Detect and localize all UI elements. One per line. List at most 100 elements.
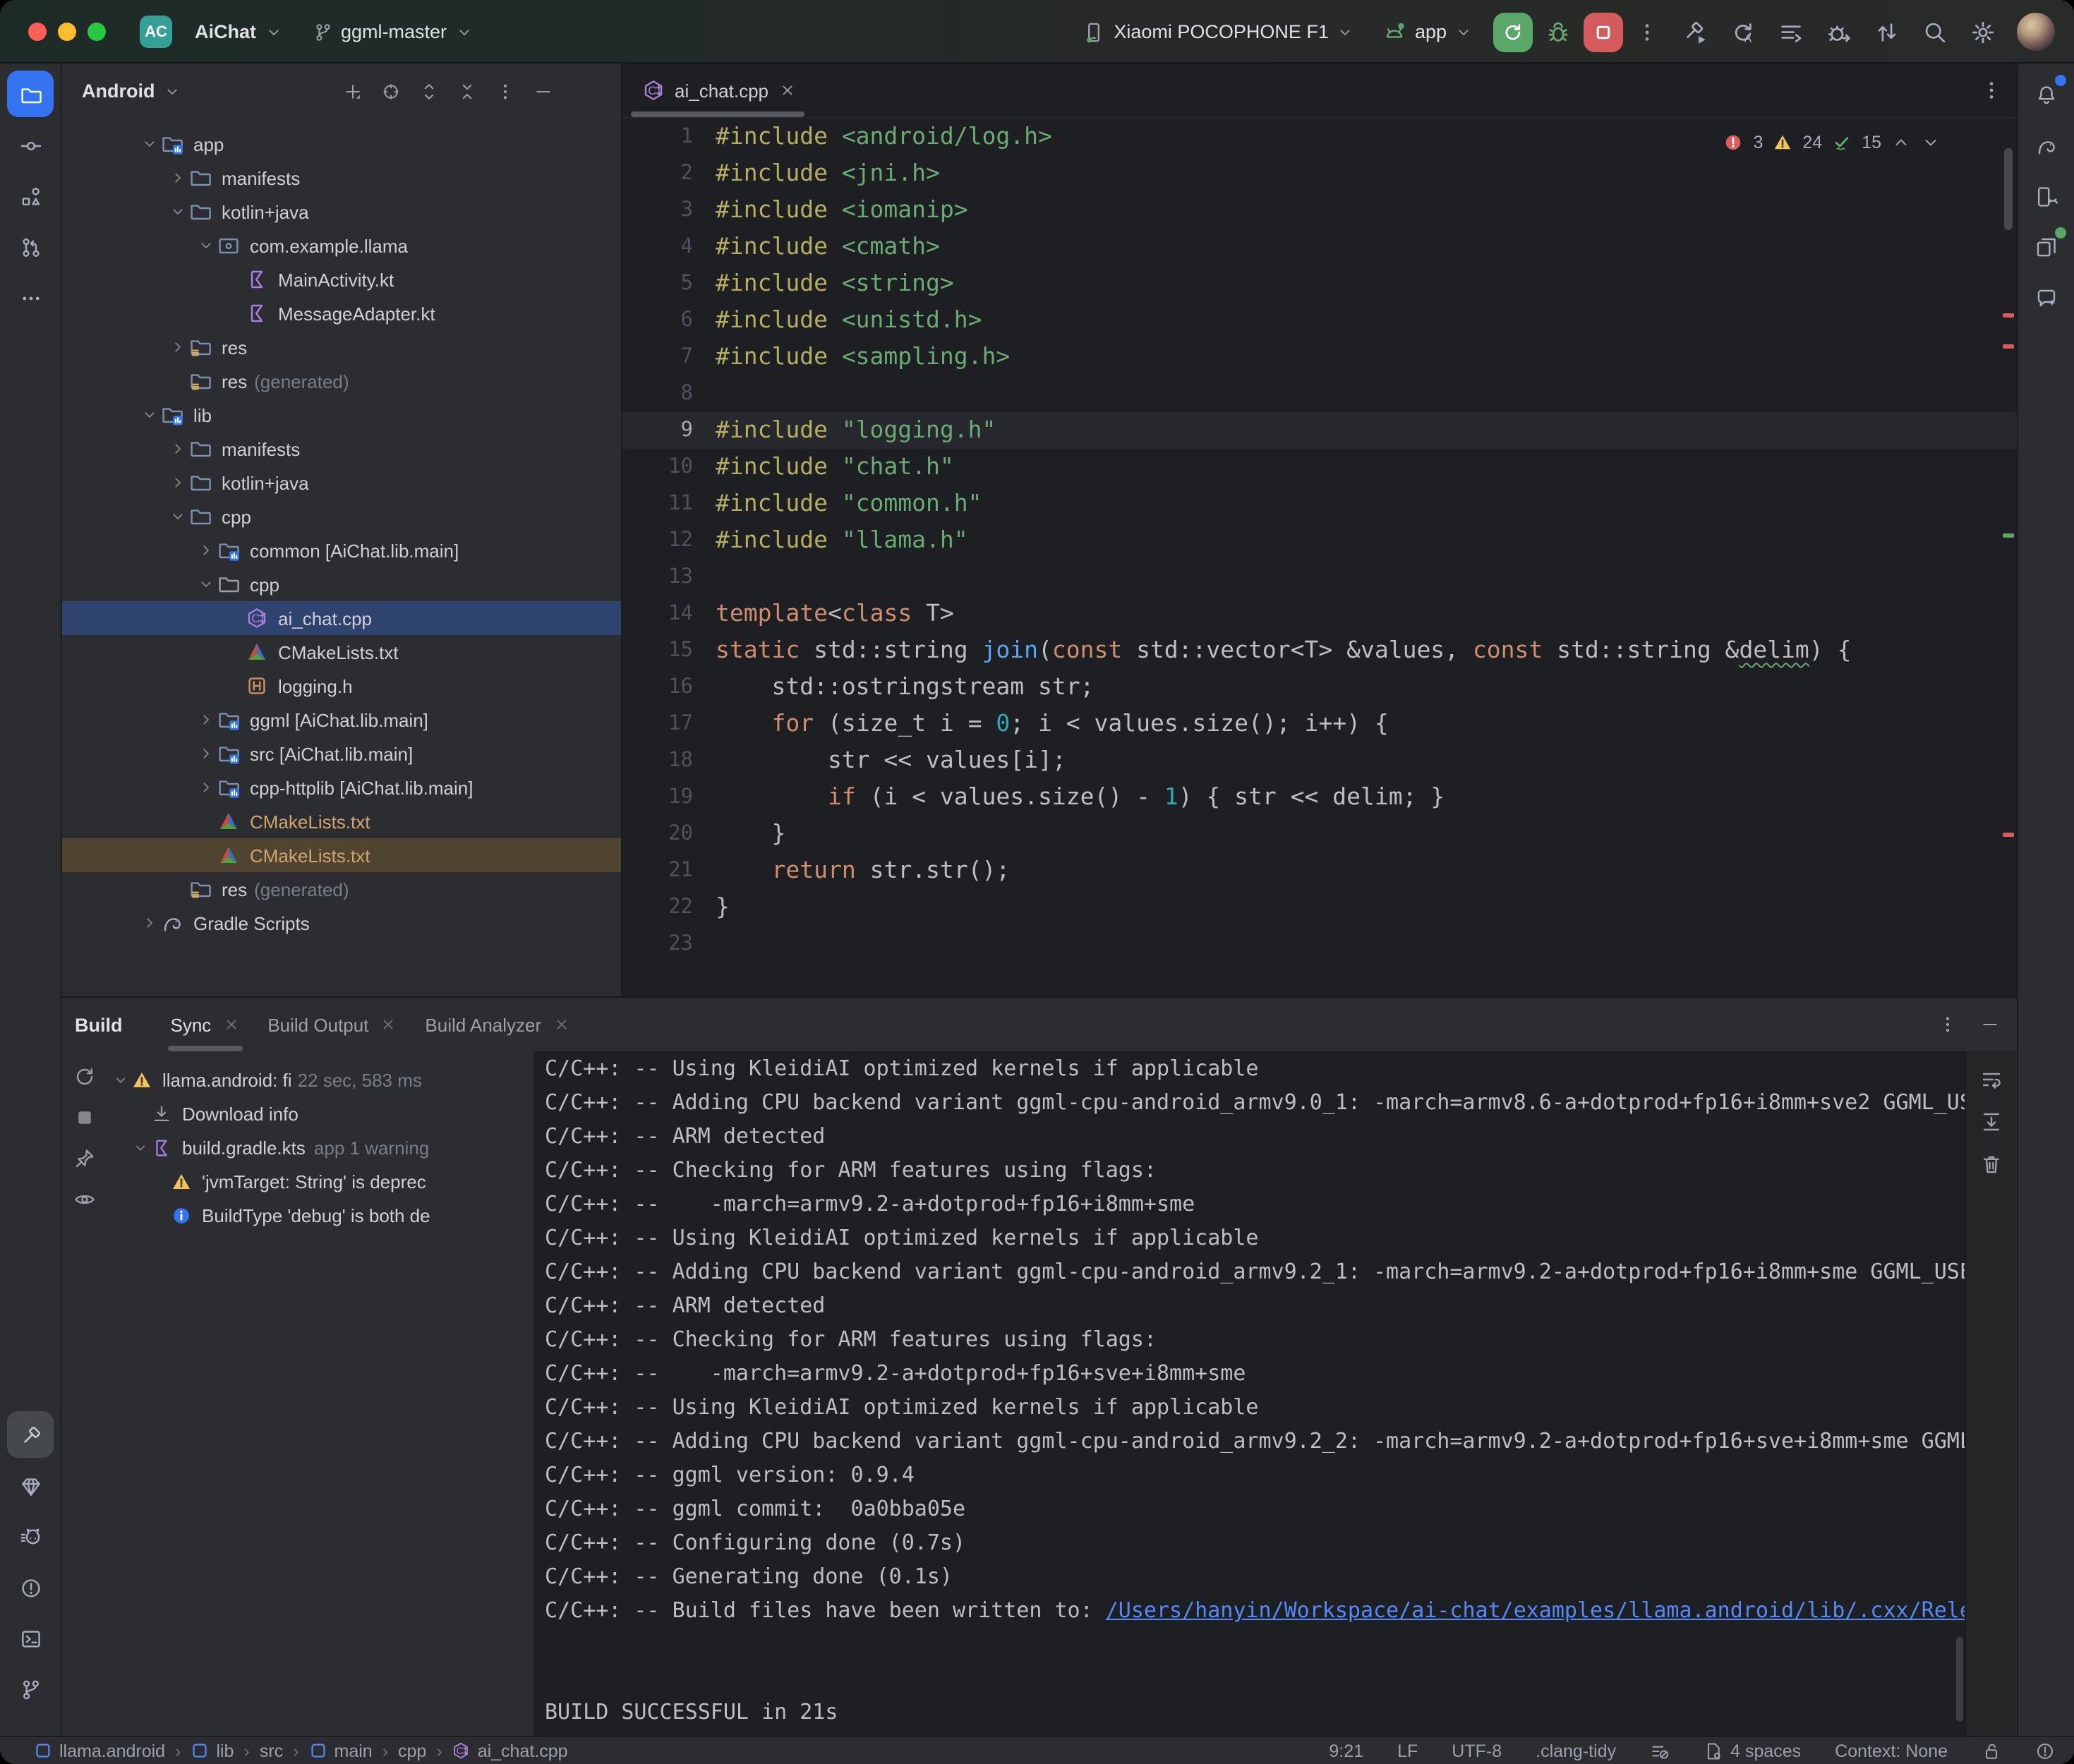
tree-item-manifests[interactable]: manifests — [62, 161, 621, 195]
zoom-window-button[interactable] — [88, 23, 106, 41]
code-line-10[interactable]: 10#include "chat.h" — [622, 449, 2017, 485]
structure-tool-button[interactable] — [7, 172, 54, 219]
device-selector[interactable]: Xiaomi POCOPHONE F1 — [1074, 15, 1363, 49]
close-tab-icon[interactable] — [778, 82, 795, 99]
debug-button[interactable] — [1545, 19, 1571, 44]
formatter-indicator[interactable] — [1650, 1741, 1670, 1760]
more-run-actions-button[interactable] — [1636, 20, 1658, 43]
readonly-toggle[interactable] — [1982, 1741, 2001, 1760]
code-line-8[interactable]: 8 — [622, 375, 2017, 412]
build-tool-button[interactable] — [7, 1411, 54, 1458]
run-config-selector[interactable]: app — [1375, 15, 1481, 49]
code-line-19[interactable]: 19 if (i < values.size() - 1) { str << d… — [622, 779, 2017, 816]
code-line-4[interactable]: 4#include <cmath> — [622, 229, 2017, 265]
close-tab-icon[interactable] — [222, 1016, 239, 1033]
view-options-button[interactable] — [73, 1188, 96, 1211]
user-avatar[interactable] — [2017, 13, 2055, 51]
tree-item-app[interactable]: app — [62, 127, 621, 161]
gradle-tool-button[interactable] — [2023, 121, 2070, 168]
chevron-right-icon[interactable] — [195, 711, 217, 728]
commit-tool-button[interactable] — [7, 121, 54, 168]
code-line-9[interactable]: 9#include "logging.h" — [622, 412, 2017, 449]
stop-button[interactable] — [1584, 12, 1623, 52]
tree-item-ggml-aichat-lib-main-[interactable]: ggml [AiChat.lib.main] — [62, 703, 621, 737]
code-line-13[interactable]: 13 — [622, 559, 2017, 596]
console-scrollbar-thumb[interactable] — [1956, 1637, 1963, 1722]
file-encoding[interactable]: UTF-8 — [1452, 1741, 1502, 1760]
inspections-widget[interactable]: 3 24 15 — [1723, 133, 1941, 152]
code-line-6[interactable]: 6#include <unistd.h> — [622, 302, 2017, 339]
tree-item-cpp[interactable]: cpp — [62, 567, 621, 601]
app-insights-tool-button[interactable] — [7, 1462, 54, 1509]
collapse-all-button[interactable] — [457, 81, 477, 101]
breadcrumb-src[interactable]: src — [260, 1741, 283, 1760]
editor-scrollbar-thumb[interactable] — [2004, 148, 2013, 230]
chevron-right-icon[interactable] — [167, 169, 189, 186]
version-control-tool-button[interactable] — [7, 1665, 54, 1712]
tree-item-ai-chat-cpp[interactable]: Cai_chat.cpp — [62, 601, 621, 635]
tree-item-cmakelists-txt[interactable]: CMakeLists.txt — [62, 804, 621, 838]
code-line-11[interactable]: 11#include "common.h" — [622, 485, 2017, 522]
expand-all-button[interactable] — [419, 81, 439, 101]
code-line-22[interactable]: 22} — [622, 889, 2017, 926]
build-tab-build-output[interactable]: Build Output — [253, 998, 411, 1051]
tree-item-src-aichat-lib-main-[interactable]: src [AiChat.lib.main] — [62, 737, 621, 771]
chevron-down-icon[interactable] — [130, 1140, 151, 1155]
gemini-chat-button[interactable] — [2023, 274, 2070, 320]
tree-item-lib[interactable]: lib — [62, 398, 621, 432]
chevron-down-icon[interactable] — [167, 508, 189, 525]
tree-item-kotlin-java[interactable]: kotlin+java — [62, 195, 621, 229]
code-line-14[interactable]: 14template<class T> — [622, 596, 2017, 632]
sync-project-icon[interactable]: A — [1730, 19, 1756, 44]
chevron-right-icon[interactable] — [195, 745, 217, 762]
tree-item-res[interactable]: res — [62, 330, 621, 364]
project-tool-button[interactable] — [7, 71, 54, 117]
resolve-context[interactable]: Context: None — [1835, 1741, 1948, 1760]
settings-icon[interactable] — [1970, 19, 1996, 44]
tree-item-gradle-scripts[interactable]: Gradle Scripts — [62, 906, 621, 940]
project-view-selector[interactable]: Android — [82, 80, 155, 102]
code-line-23[interactable]: 23 — [622, 926, 2017, 962]
next-problem-button[interactable] — [1921, 133, 1941, 152]
build-tree-item[interactable]: llama.android: fi22 sec, 583 ms — [107, 1063, 533, 1097]
chevron-down-icon[interactable] — [138, 135, 161, 152]
rerun-sync-button[interactable] — [73, 1065, 96, 1088]
soft-wrap-button[interactable] — [1980, 1068, 2003, 1091]
line-separator[interactable]: LF — [1397, 1741, 1418, 1760]
terminal-tool-button[interactable] — [7, 1614, 54, 1661]
build-tab-build-analyzer[interactable]: Build Analyzer — [411, 998, 584, 1051]
chevron-down-icon[interactable] — [195, 576, 217, 593]
tab-ai-chat-cpp[interactable]: C ai_chat.cpp — [622, 64, 812, 117]
scroll-to-end-button[interactable] — [1980, 1111, 2003, 1133]
rerun-button[interactable] — [1493, 12, 1533, 52]
build-tree-item[interactable]: BuildType 'debug' is both de — [107, 1198, 533, 1232]
chevron-right-icon[interactable] — [195, 542, 217, 559]
chevron-right-icon[interactable] — [167, 440, 189, 457]
clang-tidy-indicator[interactable]: .clang-tidy — [1536, 1741, 1616, 1760]
tree-item-kotlin-java[interactable]: kotlin+java — [62, 466, 621, 500]
error-stripe[interactable] — [2000, 64, 2017, 996]
search-everywhere-icon[interactable] — [1922, 19, 1948, 44]
indent-indicator[interactable]: 4 spaces — [1704, 1741, 1801, 1760]
caret-position[interactable]: 9:21 — [1329, 1741, 1363, 1760]
breadcrumb-llama-android[interactable]: llama.android — [34, 1741, 165, 1760]
code-line-16[interactable]: 16 std::ostringstream str; — [622, 669, 2017, 706]
chevron-down-icon[interactable] — [167, 203, 189, 220]
more-tool-windows-button[interactable] — [7, 274, 54, 320]
breadcrumb-main[interactable]: main — [309, 1741, 373, 1760]
close-tab-icon[interactable] — [380, 1016, 397, 1033]
breadcrumb[interactable]: llama.android›lib›src›main›cpp›Cai_chat.… — [34, 1741, 568, 1760]
build-tree-item[interactable]: build.gradle.ktsapp 1 warning — [107, 1130, 533, 1164]
attach-debugger-icon[interactable] — [1826, 19, 1852, 44]
close-tab-icon[interactable] — [553, 1016, 569, 1033]
build-console[interactable]: C/C++: -- Using KleidiAI optimized kerne… — [533, 1051, 1965, 1736]
code-line-18[interactable]: 18 str << values[i]; — [622, 742, 2017, 779]
code-line-2[interactable]: 2#include <jni.h> — [622, 155, 2017, 192]
tree-item-com-example-llama[interactable]: com.example.llama — [62, 229, 621, 262]
prev-problem-button[interactable] — [1891, 133, 1911, 152]
tree-item-cpp[interactable]: cpp — [62, 500, 621, 533]
hide-panel-button[interactable] — [533, 81, 553, 101]
tree-item-cmakelists-txt[interactable]: CMakeLists.txt — [62, 838, 621, 872]
branch-selector[interactable]: ggml-master — [304, 16, 481, 48]
tree-item-cpp-httplib-aichat-lib-main-[interactable]: cpp-httplib [AiChat.lib.main] — [62, 771, 621, 804]
